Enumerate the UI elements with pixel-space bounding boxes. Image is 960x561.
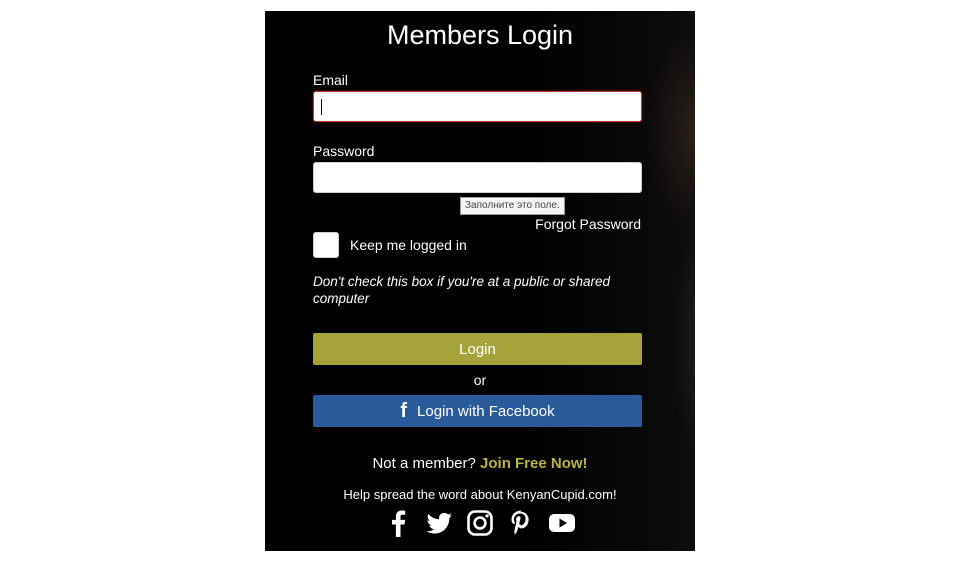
or-divider: or xyxy=(473,372,487,388)
validation-tooltip: Заполните это поле. xyxy=(460,197,565,215)
join-free-link[interactable]: Join Free Now! xyxy=(480,455,588,472)
keep-logged-in-label[interactable]: Keep me logged in xyxy=(350,237,467,253)
pinterest-icon[interactable] xyxy=(507,509,535,537)
spread-word-text: Help spread the word about KenyanCupid.c… xyxy=(343,487,617,502)
login-panel: Members Login Email Password Заполните э… xyxy=(265,11,695,551)
keep-logged-in-checkbox[interactable] xyxy=(313,232,339,258)
facebook-icon[interactable] xyxy=(384,509,412,537)
facebook-login-button[interactable]: f Login with Facebook xyxy=(313,395,642,427)
not-member-text: Not a member? xyxy=(372,455,476,472)
email-label: Email xyxy=(313,72,349,88)
signup-prompt: Not a member? Join Free Now! xyxy=(265,455,695,472)
password-input[interactable] xyxy=(313,162,642,193)
login-button[interactable]: Login xyxy=(313,333,642,365)
email-input[interactable] xyxy=(313,91,642,122)
facebook-icon: f xyxy=(400,400,408,422)
text-caret xyxy=(321,99,322,115)
facebook-login-label: Login with Facebook xyxy=(417,402,555,420)
youtube-icon[interactable] xyxy=(548,509,576,537)
social-links xyxy=(265,509,695,537)
login-button-label: Login xyxy=(459,340,496,358)
password-label: Password xyxy=(313,143,375,159)
public-computer-note: Don't check this box if you're at a publ… xyxy=(313,274,611,306)
forgot-password-link[interactable]: Forgot Password xyxy=(535,216,641,232)
twitter-icon[interactable] xyxy=(425,509,453,537)
instagram-icon[interactable] xyxy=(466,509,494,537)
page-title: Members Login xyxy=(386,20,574,50)
